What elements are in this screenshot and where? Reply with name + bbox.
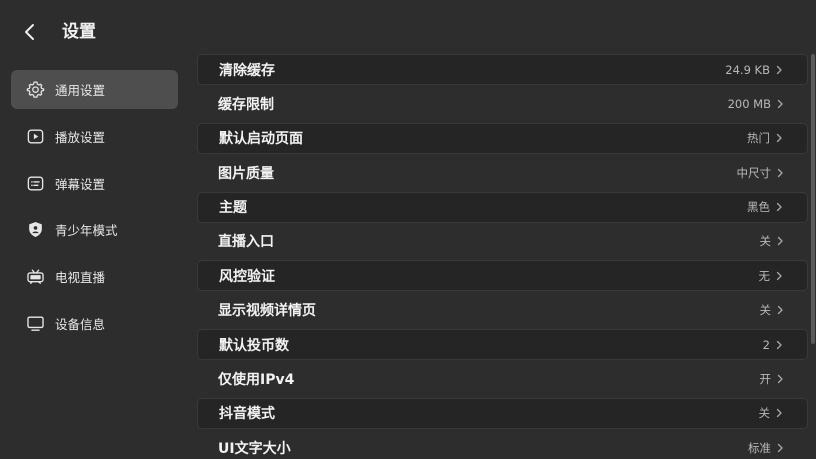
sidebar-item-tv-live[interactable]: 电视直播 <box>11 257 178 296</box>
setting-value: 2 <box>762 337 770 352</box>
setting-label: 图片质量 <box>218 165 274 182</box>
chevron-right-icon <box>775 202 783 212</box>
setting-row-clear-cache[interactable]: 清除缓存 24.9 KB <box>197 54 808 85</box>
sidebar-item-teen-mode[interactable]: 青少年模式 <box>11 210 178 249</box>
chevron-right-icon <box>776 236 784 246</box>
setting-label: 缓存限制 <box>218 96 274 113</box>
setting-label: 清除缓存 <box>219 62 275 79</box>
setting-row-default-coin-count[interactable]: 默认投币数 2 <box>197 329 808 361</box>
setting-value: 24.9 KB <box>725 62 770 77</box>
chevron-right-icon <box>775 408 783 418</box>
monitor-icon <box>25 313 45 333</box>
setting-label: 仅使用IPv4 <box>218 372 295 389</box>
chevron-right-icon <box>776 374 784 384</box>
chevron-right-icon <box>775 133 783 143</box>
sidebar: 通用设置 播放设置 弹幕设置 青少年模式 电视直播 设备信息 <box>11 70 178 351</box>
shield-icon <box>25 220 45 240</box>
setting-value: 开 <box>759 372 772 387</box>
gear-icon <box>25 80 45 100</box>
danmaku-icon <box>25 173 45 193</box>
chevron-right-icon <box>775 65 783 75</box>
setting-row-ipv4-only[interactable]: 仅使用IPv4 开 <box>197 364 808 395</box>
chevron-right-icon <box>775 340 783 350</box>
setting-label: 主题 <box>219 200 247 217</box>
sidebar-item-label: 弹幕设置 <box>55 176 106 192</box>
setting-row-risk-verification[interactable]: 风控验证 无 <box>197 260 808 292</box>
setting-value: 关 <box>758 406 771 421</box>
chevron-right-icon <box>775 271 783 281</box>
setting-value: 关 <box>759 234 772 249</box>
chevron-right-icon <box>776 443 784 453</box>
chevron-right-icon <box>776 305 784 315</box>
sidebar-item-label: 电视直播 <box>55 270 106 286</box>
setting-row-douyin-mode[interactable]: 抖音模式 关 <box>197 397 808 429</box>
setting-value: 200 MB <box>727 96 771 111</box>
chevron-right-icon <box>776 99 784 109</box>
setting-value: 热门 <box>747 131 770 146</box>
chevron-left-icon <box>25 24 34 40</box>
setting-row-show-video-detail[interactable]: 显示视频详情页 关 <box>197 295 808 326</box>
setting-row-live-entry[interactable]: 直播入口 关 <box>197 226 808 257</box>
sidebar-item-label: 青少年模式 <box>55 223 118 239</box>
sidebar-item-device-info[interactable]: 设备信息 <box>11 304 178 343</box>
settings-list: 清除缓存 24.9 KB 缓存限制 200 MB 默认启动页面 热门 图片质量 … <box>197 54 808 459</box>
sidebar-item-danmaku-settings[interactable]: 弹幕设置 <box>11 164 178 203</box>
chevron-right-icon <box>776 168 784 178</box>
setting-row-ui-font-size[interactable]: UI文字大小 标准 <box>197 432 808 459</box>
setting-label: UI文字大小 <box>218 440 291 457</box>
setting-row-default-start-page[interactable]: 默认启动页面 热门 <box>197 122 808 154</box>
scrollbar[interactable] <box>811 54 815 344</box>
tv-live-icon <box>25 267 45 287</box>
setting-value: 黑色 <box>747 200 770 215</box>
setting-label: 直播入口 <box>218 234 274 251</box>
setting-label: 默认投币数 <box>219 337 289 354</box>
sidebar-item-label: 播放设置 <box>55 129 106 145</box>
page-title: 设置 <box>62 22 96 42</box>
setting-label: 风控验证 <box>219 268 275 285</box>
setting-value: 关 <box>759 303 772 318</box>
setting-value: 中尺寸 <box>736 165 772 180</box>
sidebar-item-general-settings[interactable]: 通用设置 <box>11 70 178 109</box>
setting-value: 标准 <box>748 440 771 455</box>
header: 设置 <box>0 0 816 60</box>
setting-row-cache-limit[interactable]: 缓存限制 200 MB <box>197 88 808 119</box>
sidebar-item-label: 设备信息 <box>55 316 106 332</box>
setting-label: 显示视频详情页 <box>218 303 316 320</box>
setting-row-theme[interactable]: 主题 黑色 <box>197 191 808 223</box>
play-icon <box>25 126 45 146</box>
setting-value: 无 <box>758 268 771 283</box>
back-button[interactable] <box>16 18 44 46</box>
sidebar-item-playback-settings[interactable]: 播放设置 <box>11 117 178 156</box>
sidebar-item-label: 通用设置 <box>55 83 106 98</box>
setting-label: 抖音模式 <box>219 406 275 423</box>
setting-label: 默认启动页面 <box>219 131 303 148</box>
setting-row-image-quality[interactable]: 图片质量 中尺寸 <box>197 157 808 188</box>
